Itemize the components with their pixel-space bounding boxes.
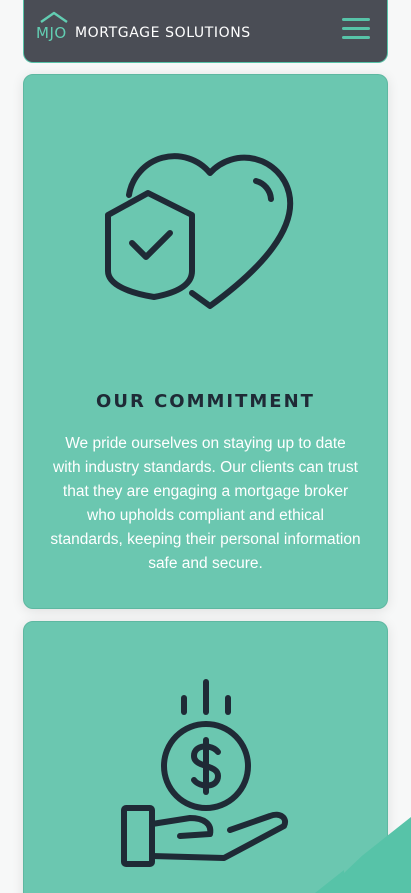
card-description: We pride ourselves on staying up to date… bbox=[50, 435, 361, 572]
corner-decoration bbox=[315, 817, 411, 893]
hand-dollar-coin-icon bbox=[120, 679, 288, 867]
card-title: OUR COMMITMENT bbox=[96, 391, 315, 412]
hamburger-menu-icon[interactable] bbox=[342, 16, 372, 42]
logo-name: MORTGAGE SOLUTIONS bbox=[75, 25, 251, 41]
logo-mark: MJO bbox=[36, 11, 70, 41]
site-logo[interactable]: MJO MORTGAGE SOLUTIONS bbox=[36, 11, 251, 41]
heart-shield-check-icon bbox=[104, 153, 293, 309]
commitment-card: OUR COMMITMENT We pride ourselves on sta… bbox=[23, 74, 388, 609]
house-roof-icon bbox=[40, 11, 68, 23]
page: MJO MORTGAGE SOLUTIONS OUR COMMITMENT We… bbox=[0, 0, 411, 893]
logo-initials: MJO bbox=[36, 24, 67, 42]
site-header: MJO MORTGAGE SOLUTIONS bbox=[23, 0, 388, 63]
